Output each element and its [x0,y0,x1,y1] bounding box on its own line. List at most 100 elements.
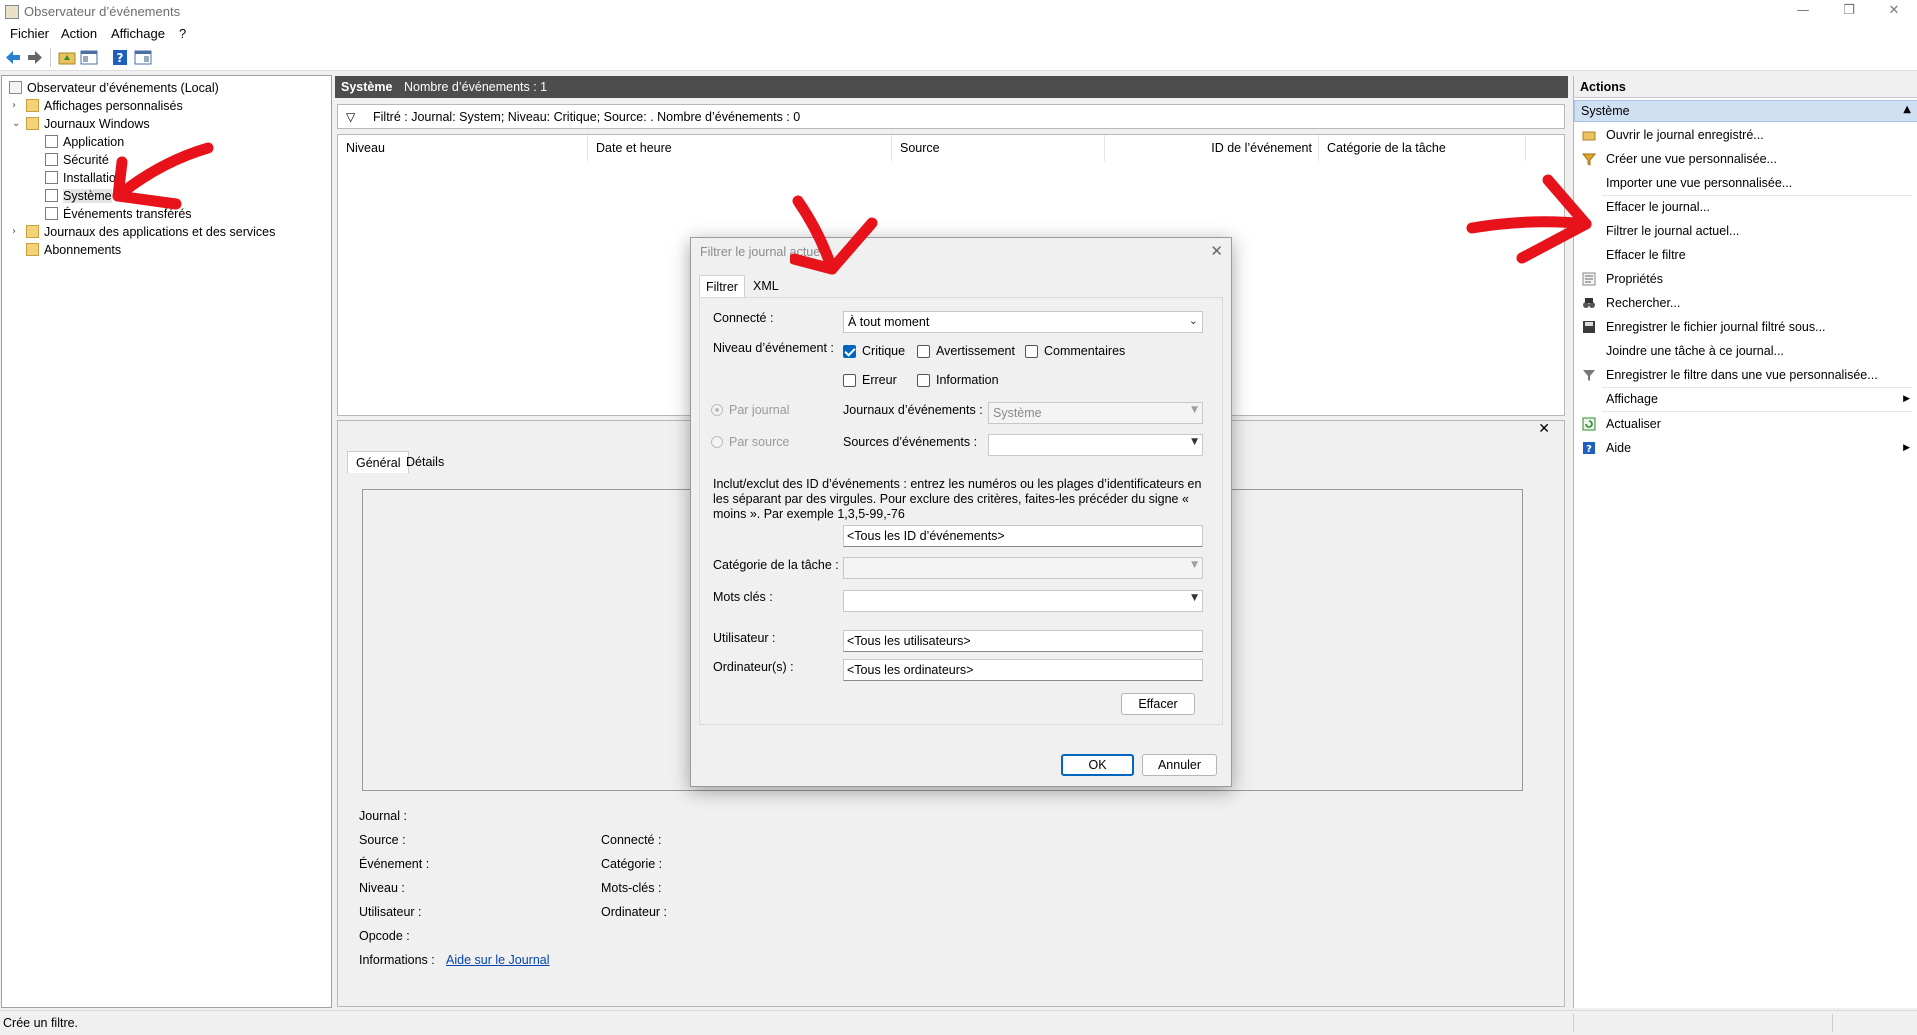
open-folder-icon [1582,131,1596,141]
folder-up-icon[interactable] [58,49,76,66]
filter-dialog: Filtrer le journal actuel ✕ Filtrer XML … [690,237,1232,787]
radio-selected[interactable] [711,404,723,416]
action-properties[interactable]: Propriétés [1574,268,1917,290]
log-icon [45,171,58,184]
ok-button[interactable]: OK [1061,754,1134,776]
tree-log-installation[interactable]: Installation [45,169,123,187]
collapse-arrow-icon[interactable]: ⌄ [12,115,20,133]
tree-root[interactable]: Observateur d’événements (Local) [9,79,219,97]
menu-fichier[interactable]: Fichier [10,26,49,41]
tree-windows-logs[interactable]: ⌄ Journaux Windows [12,115,150,133]
field-opcode: Opcode : [359,929,410,943]
action-clear-log[interactable]: Effacer le journal... [1574,196,1917,218]
show-hide-action-pane-icon[interactable] [134,49,152,66]
field-evenement: Événement : [359,857,430,871]
computer-input[interactable]: <Tous les ordinateurs> [843,659,1203,681]
action-find[interactable]: Rechercher... [1574,292,1917,314]
keywords-select[interactable]: ▼ [843,590,1203,612]
back-icon[interactable] [4,49,22,66]
event-id-input[interactable]: <Tous les ID d’événements> [843,525,1203,547]
actions-section-systeme[interactable]: Système ▲ [1574,100,1917,122]
tree-subscriptions[interactable]: Abonnements [26,241,121,259]
action-help[interactable]: ? Aide ▶ [1574,437,1917,459]
action-import-custom-view[interactable]: Importer une vue personnalisée... [1574,172,1917,194]
col-date[interactable]: Date et heure [588,135,892,161]
log-header: Système Nombre d’événements : 1 [335,76,1568,98]
expand-arrow-icon[interactable]: › [12,223,16,241]
col-niveau[interactable]: Niveau [338,135,588,161]
tab-xml[interactable]: XML [747,275,785,297]
tab-filtrer[interactable]: Filtrer [699,275,745,297]
field-connecte: Connecté : [601,833,662,847]
action-view-menu[interactable]: Affichage ▶ [1574,388,1917,410]
cancel-button[interactable]: Annuler [1142,754,1217,776]
radio-by-log[interactable]: Par journal [711,403,789,417]
action-open-saved-log[interactable]: Ouvrir le journal enregistré... [1574,124,1917,146]
checkbox-information[interactable]: Information [917,373,999,387]
checkbox-unchecked[interactable] [843,373,856,387]
help-link[interactable]: Aide sur le Journal [446,953,550,967]
maximize-button[interactable]: ❐ [1826,0,1872,24]
minimize-button[interactable]: — [1780,0,1826,24]
dialog-close-icon[interactable]: ✕ [1210,242,1223,260]
action-create-custom-view[interactable]: Créer une vue personnalisée... [1574,148,1917,170]
log-icon [45,207,58,220]
actions-separator [1602,411,1912,412]
checkbox-unchecked[interactable] [1025,344,1038,358]
show-hide-tree-icon[interactable] [80,49,98,66]
filter-funnel-icon [1582,153,1596,166]
status-divider [1832,1014,1833,1032]
collapse-caret-icon[interactable]: ▲ [1903,104,1911,115]
checkbox-commentaires[interactable]: Commentaires [1025,344,1125,358]
action-clear-filter[interactable]: Effacer le filtre [1574,244,1917,266]
tree-log-systeme[interactable]: Système [45,187,112,205]
event-logs-select[interactable]: Système ▼ [988,402,1203,424]
binoculars-icon [1583,298,1595,308]
action-save-filtered-log[interactable]: Enregistrer le fichier journal filtré so… [1574,316,1917,338]
radio-by-source[interactable]: Par source [711,435,789,449]
checkbox-checked[interactable] [843,344,856,358]
expand-arrow-icon[interactable]: › [12,97,16,115]
menu-action[interactable]: Action [61,26,97,41]
logged-select[interactable]: À tout moment ⌄ [843,311,1203,333]
close-window-button[interactable]: ✕ [1871,0,1917,24]
help-icon[interactable]: ? [111,49,129,66]
menu-affichage[interactable]: Affichage [111,26,165,41]
checkbox-unchecked[interactable] [917,344,930,358]
close-detail-icon[interactable]: ✕ [1538,421,1550,437]
clear-button[interactable]: Effacer [1121,693,1195,715]
checkbox-erreur[interactable]: Erreur [843,373,897,387]
tree-log-application[interactable]: Application [45,133,124,151]
tree-custom-views[interactable]: › Affichages personnalisés [12,97,183,115]
menu-help[interactable]: ? [179,26,186,41]
tree-log-forwarded[interactable]: Événements transférés [45,205,192,223]
checkbox-avertissement[interactable]: Avertissement [917,344,1015,358]
event-sources-label: Sources d’événements : [843,435,978,449]
action-refresh[interactable]: Actualiser [1574,413,1917,435]
filter-bar: ▽ Filtré : Journal: System; Niveau: Crit… [337,104,1565,129]
event-logs-label: Journaux d’événements : [843,403,983,417]
radio-unselected[interactable] [711,436,723,448]
tree-app-services-logs[interactable]: › Journaux des applications et des servic… [12,223,275,241]
user-input[interactable]: <Tous les utilisateurs> [843,630,1203,652]
col-event-id[interactable]: ID de l’événement [1105,135,1319,161]
event-sources-select[interactable]: ▼ [988,434,1203,456]
checkbox-unchecked[interactable] [917,373,930,387]
action-attach-task[interactable]: Joindre une tâche à ce journal... [1574,340,1917,362]
folder-icon [26,243,39,256]
dropdown-arrow-icon: ▼ [1191,437,1198,447]
log-icon [45,189,58,202]
tree-log-securite[interactable]: Sécurité [45,151,109,169]
actions-header: Actions [1574,76,1917,98]
col-source[interactable]: Source [892,135,1105,161]
field-informations: Informations : [359,953,435,967]
action-save-filter-custom-view[interactable]: Enregistrer le filtre dans une vue perso… [1574,364,1917,386]
checkbox-critique[interactable]: Critique [843,344,905,358]
forward-icon[interactable] [26,49,44,66]
keywords-label: Mots clés : [713,590,773,604]
tab-details[interactable]: Détails [398,451,452,473]
task-category-select[interactable]: ▼ [843,557,1203,579]
col-task-category[interactable]: Catégorie de la tâche [1319,135,1526,161]
field-utilisateur: Utilisateur : [359,905,422,919]
action-filter-current-log[interactable]: Filtrer le journal actuel... [1574,220,1917,242]
